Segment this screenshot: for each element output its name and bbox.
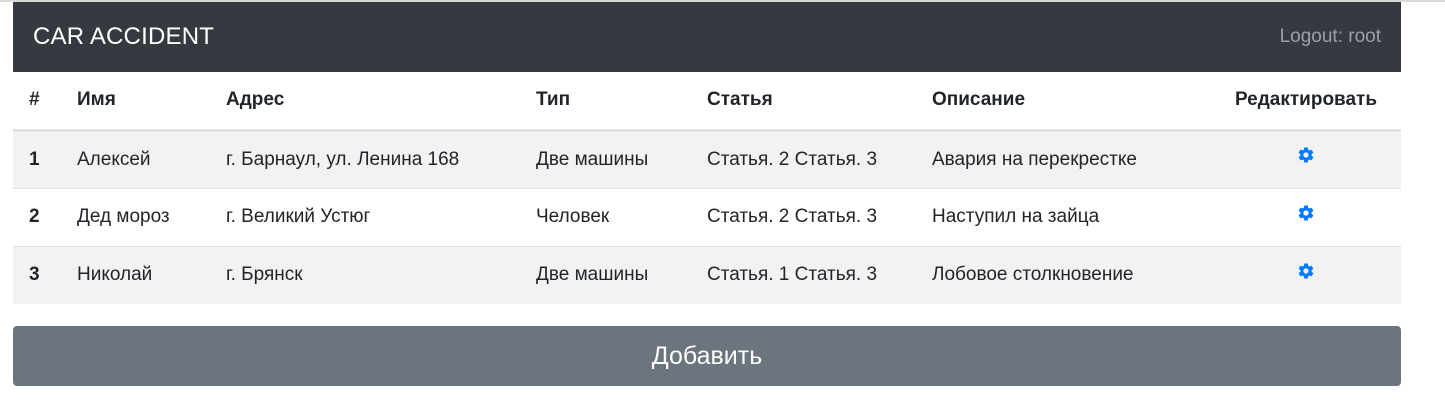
row-articles: Статья. 2 Статья. 3 [707, 187, 932, 246]
row-edit-cell [1211, 187, 1401, 246]
row-name: Николай [77, 245, 226, 304]
row-num: 2 [13, 187, 77, 246]
main-container: CAR ACCIDENT Logout: root # Имя Адрес Ти… [13, 2, 1401, 304]
row-articles: Статья. 1 Статья. 3 [707, 245, 932, 304]
row-description: Лобовое столкновение [932, 245, 1211, 304]
row-edit-cell [1211, 129, 1401, 188]
row-num: 1 [13, 129, 77, 188]
header-type: Тип [536, 72, 707, 132]
row-type: Две машины [536, 129, 707, 188]
header-address: Адрес [226, 72, 536, 132]
table-row: 3 Николай г. Брянск Две машины Статья. 1… [13, 245, 1401, 304]
gear-icon[interactable] [1297, 146, 1315, 164]
logout-link[interactable]: Logout: root [1280, 26, 1381, 48]
row-type: Две машины [536, 245, 707, 304]
row-address: г. Брянск [226, 245, 536, 304]
header-num: # [13, 72, 77, 132]
header-description: Описание [932, 72, 1211, 132]
brand-title[interactable]: CAR ACCIDENT [33, 23, 214, 51]
row-type: Человек [536, 187, 707, 246]
add-button[interactable]: Добавить [13, 326, 1401, 386]
header-name: Имя [77, 72, 226, 132]
row-num: 3 [13, 245, 77, 304]
row-address: г. Барнаул, ул. Ленина 168 [226, 129, 536, 188]
row-name: Алексей [77, 129, 226, 188]
gear-icon[interactable] [1297, 204, 1315, 222]
row-description: Наступил на зайца [932, 187, 1211, 246]
row-articles: Статья. 2 Статья. 3 [707, 129, 932, 188]
table-row: 1 Алексей г. Барнаул, ул. Ленина 168 Две… [13, 129, 1401, 188]
row-description: Авария на перекрестке [932, 129, 1211, 188]
gear-icon[interactable] [1297, 262, 1315, 280]
table-row: 2 Дед мороз г. Великий Устюг Человек Ста… [13, 187, 1401, 246]
row-name: Дед мороз [77, 187, 226, 246]
header-articles: Статья [707, 72, 932, 132]
row-address: г. Великий Устюг [226, 187, 536, 246]
row-edit-cell [1211, 245, 1401, 304]
navbar: CAR ACCIDENT Logout: root [13, 2, 1401, 72]
header-edit: Редактировать [1211, 72, 1401, 132]
accidents-table: # Имя Адрес Тип Статья Описание Редактир… [13, 72, 1401, 304]
table-header-row: # Имя Адрес Тип Статья Описание Редактир… [13, 72, 1401, 132]
